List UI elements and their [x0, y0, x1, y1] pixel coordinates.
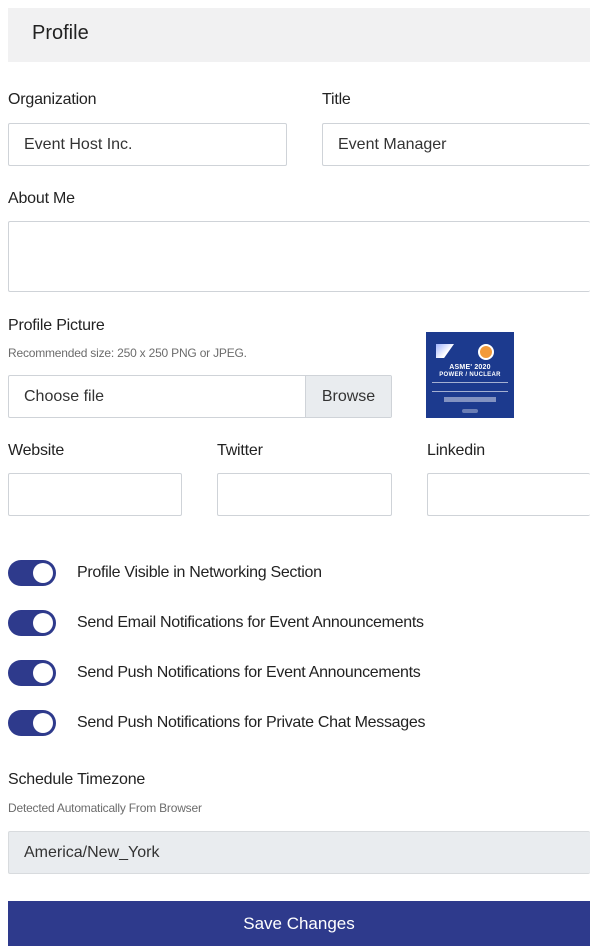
- thumbnail-divider: [432, 382, 508, 392]
- toggle-knob: [33, 713, 53, 733]
- page-title: Profile: [32, 22, 89, 44]
- toggle-knob: [33, 663, 53, 683]
- title-value: Event Manager: [338, 135, 447, 153]
- website-label: Website: [8, 442, 65, 459]
- profile-header-bar: [8, 8, 590, 62]
- networking-visibility-label: Profile Visible in Networking Section: [77, 564, 322, 581]
- asme-logo-icon: [436, 344, 454, 358]
- linkedin-label: Linkedin: [427, 442, 486, 459]
- toggle-knob: [33, 563, 53, 583]
- thumbnail-text-block: [444, 397, 496, 402]
- networking-visibility-toggle[interactable]: [8, 560, 56, 586]
- timezone-label: Schedule Timezone: [8, 771, 146, 788]
- timezone-select[interactable]: America/New_York: [8, 831, 590, 874]
- twitter-field[interactable]: [217, 473, 392, 516]
- thumbnail-title: ASME' 2020: [449, 364, 491, 371]
- organization-value: Event Host Inc.: [24, 135, 133, 153]
- linkedin-field[interactable]: [427, 473, 590, 516]
- push-announcements-label: Send Push Notifications for Event Announ…: [77, 664, 421, 681]
- twitter-label: Twitter: [217, 442, 263, 459]
- toggle-knob: [33, 613, 53, 633]
- profile-picture-label: Profile Picture: [8, 317, 105, 334]
- file-placeholder: Choose file: [24, 387, 105, 405]
- timezone-hint: Detected Automatically From Browser: [8, 801, 202, 815]
- email-notifications-toggle[interactable]: [8, 610, 56, 636]
- email-notifications-label: Send Email Notifications for Event Annou…: [77, 614, 424, 631]
- about-me-label: About Me: [8, 190, 75, 207]
- profile-picture-thumbnail: ASME' 2020 POWER / NUCLEAR: [426, 332, 514, 418]
- profile-picture-file-input[interactable]: Choose file Browse: [8, 375, 392, 418]
- thumbnail-footer-mark: [462, 409, 478, 413]
- push-announcements-toggle[interactable]: [8, 660, 56, 686]
- title-label: Title: [322, 91, 351, 108]
- save-changes-button[interactable]: Save Changes: [8, 901, 590, 946]
- website-field[interactable]: [8, 473, 182, 516]
- organization-label: Organization: [8, 91, 97, 108]
- profile-picture-hint: Recommended size: 250 x 250 PNG or JPEG.: [8, 346, 247, 360]
- emblem-icon: [478, 344, 494, 360]
- organization-field[interactable]: Event Host Inc.: [8, 123, 287, 166]
- thumbnail-subtitle: POWER / NUCLEAR: [439, 372, 501, 378]
- timezone-value: America/New_York: [24, 843, 160, 861]
- browse-button[interactable]: Browse: [305, 376, 391, 417]
- push-chat-label: Send Push Notifications for Private Chat…: [77, 714, 426, 731]
- about-me-textarea[interactable]: [8, 221, 590, 292]
- title-field[interactable]: Event Manager: [322, 123, 590, 166]
- push-chat-toggle[interactable]: [8, 710, 56, 736]
